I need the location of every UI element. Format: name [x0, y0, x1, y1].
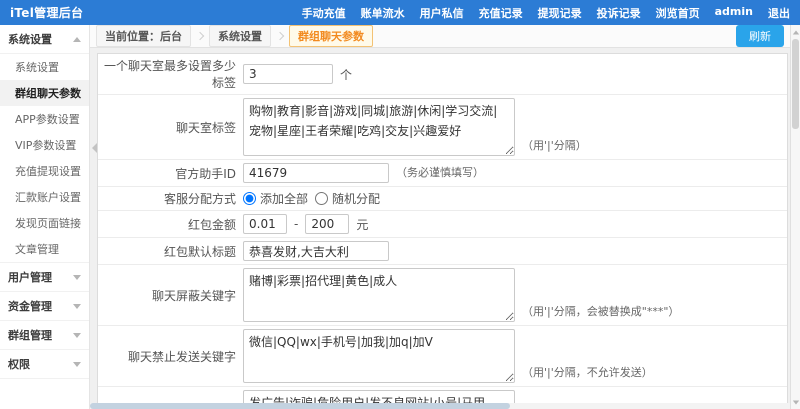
chevron-up-icon	[73, 37, 81, 42]
field-label: 官方助手ID	[98, 165, 243, 182]
field-label: 聊天屏蔽关键字	[98, 287, 243, 304]
sidebar-group-label: 群组管理	[8, 327, 52, 343]
chevron-down-icon	[73, 275, 81, 280]
sidebar-group-label: 资金管理	[8, 298, 52, 314]
sidebar-group-label: 系统设置	[8, 31, 52, 47]
unit-suffix: 个	[340, 66, 352, 83]
breadcrumb-system-settings[interactable]: 系统设置	[209, 25, 271, 47]
assign-all-option: 添加全部	[243, 190, 308, 207]
top-nav: 手动充值 账单流水 用户私信 充值记录 提现记录 投诉记录 浏览首页 admin…	[302, 5, 790, 21]
nav-withdraw-records[interactable]: 提现记录	[538, 5, 582, 21]
refresh-button[interactable]: 刷新	[736, 25, 784, 47]
field-label: 聊天室标签	[98, 119, 243, 136]
field-hint: （用'|'分隔，不允许发送）	[522, 364, 653, 383]
field-hint: （用'|'分隔）	[522, 137, 587, 156]
sidebar-group-group-management[interactable]: 群组管理	[0, 321, 89, 350]
blocked-keywords-textarea[interactable]: 赌博|彩票|招代理|黄色|成人	[243, 268, 515, 322]
sidebar-group-system-settings[interactable]: 系统设置	[0, 25, 89, 54]
sidebar-group-label: 权限	[8, 356, 30, 372]
sidebar-group-permissions[interactable]: 权限	[0, 350, 89, 379]
field-hint: （务必谨慎填写）	[396, 164, 484, 183]
assign-random-option: 随机分配	[315, 190, 380, 207]
breadcrumb-chevron-icon	[276, 32, 284, 40]
form-row-redpacket-amount: 红包金额 - 元	[98, 211, 787, 238]
nav-user-messages[interactable]: 用户私信	[420, 5, 464, 21]
form-row-assistant-id: 官方助手ID （务必谨慎填写）	[98, 160, 787, 187]
nav-logout[interactable]: 退出	[768, 5, 790, 21]
assign-all-radio[interactable]	[243, 192, 256, 205]
horizontal-scrollbar[interactable]	[90, 403, 790, 409]
sidebar-item-group-chat-params[interactable]: 群组聊天参数	[0, 80, 89, 106]
top-header-bar: iTel管理后台 手动充值 账单流水 用户私信 充值记录 提现记录 投诉记录 浏…	[0, 0, 800, 25]
assign-random-radio[interactable]	[315, 192, 328, 205]
field-label: 一个聊天室最多设置多少标签	[98, 57, 243, 91]
sidebar: 系统设置 系统设置 群组聊天参数 APP参数设置 VIP参数设置 充值提现设置 …	[0, 25, 90, 409]
sidebar-collapse-handle[interactable]	[90, 128, 99, 168]
arrow-up-icon	[792, 30, 798, 34]
breadcrumb-location-prefix: 当前位置：后台	[96, 25, 191, 47]
horizontal-scrollbar-thumb[interactable]	[90, 403, 510, 409]
field-label: 客服分配方式	[98, 190, 243, 207]
redpacket-max-input[interactable]	[305, 214, 349, 234]
radio-label: 添加全部	[260, 190, 308, 207]
redpacket-min-input[interactable]	[243, 214, 287, 234]
sidebar-item-article-management[interactable]: 文章管理	[0, 236, 89, 262]
form-row-redpacket-title: 红包默认标题	[98, 238, 787, 265]
unit-suffix: 元	[356, 216, 368, 233]
main-content: 当前位置：后台 系统设置 群组聊天参数 刷新 一个聊天室最多设置多少标签 个 聊…	[90, 25, 790, 409]
chevron-down-icon	[73, 304, 81, 309]
scroll-up-button[interactable]	[791, 26, 800, 38]
radio-label: 随机分配	[332, 190, 380, 207]
breadcrumb-current-page: 群组聊天参数	[289, 25, 373, 47]
sidebar-item-recharge-withdraw[interactable]: 充值提现设置	[0, 158, 89, 184]
redpacket-title-input[interactable]	[243, 241, 389, 261]
sidebar-item-app-params[interactable]: APP参数设置	[0, 106, 89, 132]
room-tags-textarea[interactable]: 购物|教育|影音|游戏|同城|旅游|休闲|学习交流|宠物|星座|王者荣耀|吃鸡|…	[243, 98, 515, 156]
breadcrumb-chevron-icon	[196, 32, 204, 40]
field-label: 红包金额	[98, 216, 243, 233]
max-tags-input[interactable]	[243, 64, 333, 84]
breadcrumb: 当前位置：后台 系统设置 群组聊天参数 刷新	[90, 25, 790, 48]
forbidden-keywords-textarea[interactable]: 微信|QQ|wx|手机号|加我|加q|加V	[243, 329, 515, 383]
nav-recharge-records[interactable]: 充值记录	[479, 5, 523, 21]
form-row-max-tags: 一个聊天室最多设置多少标签 个	[98, 54, 787, 95]
nav-username-admin[interactable]: admin	[715, 5, 753, 21]
sidebar-group-items: 系统设置 群组聊天参数 APP参数设置 VIP参数设置 充值提现设置 汇款账户设…	[0, 54, 89, 263]
sidebar-group-fund-management[interactable]: 资金管理	[0, 292, 89, 321]
sidebar-item-system-settings[interactable]: 系统设置	[0, 54, 89, 80]
nav-bill-flow[interactable]: 账单流水	[361, 5, 405, 21]
nav-browse-homepage[interactable]: 浏览首页	[656, 5, 700, 21]
sidebar-item-remit-account[interactable]: 汇款账户设置	[0, 184, 89, 210]
app-title: iTel管理后台	[10, 4, 83, 21]
form-row-service-assign: 客服分配方式 添加全部 随机分配	[98, 187, 787, 211]
field-hint: （用'|'分隔，会被替换成"***"）	[522, 303, 679, 322]
vertical-scrollbar-thumb[interactable]	[792, 39, 799, 129]
range-separator: -	[294, 217, 298, 231]
official-assistant-id-input[interactable]	[243, 163, 389, 183]
admin-app-window: iTel管理后台 手动充值 账单流水 用户私信 充值记录 提现记录 投诉记录 浏…	[0, 0, 800, 409]
scroll-down-button[interactable]	[791, 396, 800, 408]
vertical-scrollbar[interactable]	[790, 25, 800, 409]
chevron-down-icon	[73, 362, 81, 367]
form-row-forbidden-keywords: 聊天禁止发送关键字 微信|QQ|wx|手机号|加我|加q|加V （用'|'分隔，…	[98, 326, 787, 387]
form-row-room-tags: 聊天室标签 购物|教育|影音|游戏|同城|旅游|休闲|学习交流|宠物|星座|王者…	[98, 95, 787, 160]
sidebar-item-vip-params[interactable]: VIP参数设置	[0, 132, 89, 158]
form-row-blocked-keywords: 聊天屏蔽关键字 赌博|彩票|招代理|黄色|成人 （用'|'分隔，会被替换成"**…	[98, 265, 787, 326]
arrow-down-icon	[792, 400, 798, 404]
field-label: 聊天禁止发送关键字	[98, 348, 243, 365]
arrow-left-icon	[92, 143, 97, 153]
sidebar-group-user-management[interactable]: 用户管理	[0, 263, 89, 292]
nav-manual-recharge[interactable]: 手动充值	[302, 5, 346, 21]
app-frame: 系统设置 系统设置 群组聊天参数 APP参数设置 VIP参数设置 充值提现设置 …	[0, 25, 800, 409]
sidebar-item-discover-links[interactable]: 发现页面链接	[0, 210, 89, 236]
sidebar-group-label: 用户管理	[8, 269, 52, 285]
nav-complaint-records[interactable]: 投诉记录	[597, 5, 641, 21]
settings-form: 一个聊天室最多设置多少标签 个 聊天室标签 购物|教育|影音|游戏|同城|旅游|…	[97, 53, 788, 409]
field-label: 红包默认标题	[98, 243, 243, 260]
chevron-down-icon	[73, 333, 81, 338]
